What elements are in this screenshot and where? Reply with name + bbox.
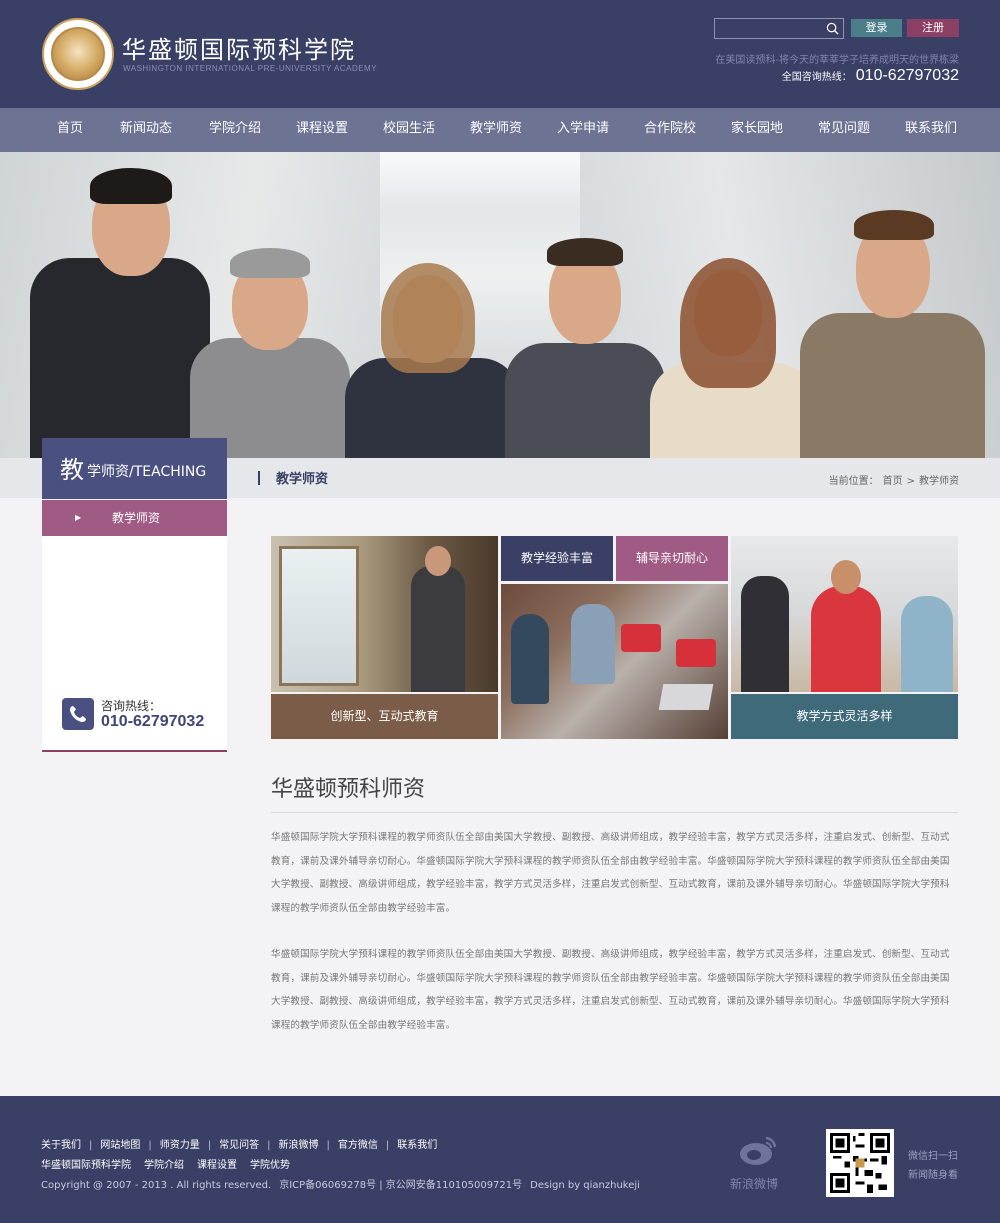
footer-link-separator: | [267,1140,271,1151]
article-title: 华盛顿预科师资 [271,777,426,802]
icp-text: 京ICP备06069278号 | 京公网安备110105009721号 [279,1180,523,1191]
footer-link-separator: | [89,1140,93,1151]
tile-label-flexible: 教学方式灵活多样 [731,694,958,739]
photo-teacher-window [271,536,498,692]
photo-students-studying [731,536,958,692]
sidebar-panel: 咨询热线： 010-62797032 [42,536,227,752]
footer-link[interactable]: 师资力量 [160,1140,200,1151]
footer-link[interactable]: 常见问答 [219,1140,259,1151]
nav-item[interactable]: 常见问题 [800,108,888,152]
footer-link-separator: | [148,1140,152,1151]
breadcrumb: 当前位置： 首页 > 教学师资 [825,472,959,487]
footer-link-separator: | [385,1140,390,1151]
qr-caption-line2: 新闻随身看 [908,1170,958,1181]
nav-item[interactable]: 新闻动态 [100,108,192,152]
site-title[interactable]: 华盛顿国际预科学院 [122,30,356,65]
nav-item[interactable]: 学院介绍 [192,108,278,152]
search-input[interactable] [715,21,823,41]
nav-item[interactable]: 校园生活 [366,108,452,152]
site-footer: 关于我们 | 网站地图 | 师资力量 | 常见问答 | 新浪微博 | 官方微信 | 联系我们 华盛顿国际… [0,1096,1000,1223]
site-header: 华盛顿国际预科学院 WASHINGTON INTERNATIONAL PRE-U… [0,0,1000,108]
login-button[interactable]: 登录 [851,19,902,37]
footer-link[interactable]: 学院优势 [250,1160,290,1171]
sidebar-title: 教 学师资/TEACHING [42,438,227,499]
divider [271,812,958,813]
triangle-right-icon: ▶ [75,513,82,522]
breadcrumb-separator: > [906,476,915,487]
footer-link[interactable]: 华盛顿国际预科学院 [41,1160,131,1171]
footer-link[interactable]: 官方微信 [338,1140,378,1151]
slogan: 在美国读预科-将今天的莘莘学子培养成明天的世界栋梁 [715,55,959,66]
footer-link[interactable]: 新浪微博 [279,1140,319,1151]
header-hotline: 全国咨询热线： 010-62797032 [782,67,959,85]
footer-link[interactable]: 学院介绍 [144,1160,184,1171]
sidebar-item-label: 教学师资 [112,511,161,525]
sidebar-hotline-label: 咨询热线： [101,699,162,713]
hero-banner [0,152,1000,458]
qr-caption-line1: 微信扫一扫 [908,1151,958,1162]
search-icon[interactable] [826,22,839,35]
tile-label-experienced: 教学经验丰富 [501,536,613,581]
hotline-number: 010-62797032 [855,67,959,84]
qr-caption: 微信扫一扫 新闻随身看 [908,1147,958,1185]
footer-link[interactable]: 课程设置 [197,1160,237,1171]
footer-link-separator: | [207,1140,212,1151]
nav-item[interactable]: 课程设置 [278,108,366,152]
banner-person [190,248,350,458]
nav-item[interactable]: 合作院校 [626,108,714,152]
article-paragraph: 华盛顿国际学院大学预科课程的教学师资队伍全部由美国大学教授、副教授、高级讲师组成… [271,832,950,914]
register-button[interactable]: 注册 [907,19,959,37]
site-subtitle: WASHINGTON INTERNATIONAL PRE-UNIVERSITY … [123,64,378,73]
breadcrumb-label: 当前位置： [828,476,879,487]
banner-person [800,210,985,458]
breadcrumb-home[interactable]: 首页 [883,476,903,487]
sidebar-title-text: 学师资/TEACHING [87,464,207,480]
photo-classroom-discussion [501,584,728,739]
footer-links-secondary: 华盛顿国际预科学院 学院介绍 课程设置 学院优势 [41,1156,303,1171]
footer-links: 关于我们 | 网站地图 | 师资力量 | 常见问答 | 新浪微博 | 官方微信 | 联系我们 [41,1136,437,1151]
footer-link[interactable]: 网站地图 [100,1140,140,1151]
main-nav: 首页 新闻动态 学院介绍 课程设置 校园生活 教学师资 入学申请 合作院校 家长园地 常见问题 联系… [0,108,1000,152]
hotline-label: 全国咨询热线： [781,72,852,83]
tile-label-innovative: 创新型、互动式教育 [271,694,498,739]
article-paragraph: 华盛顿国际学院大学预科课程的教学师资队伍全部由美国大学教授、副教授、高级讲师组成… [271,949,950,1031]
banner-person [505,238,665,458]
nav-item[interactable]: 首页 [40,108,100,152]
weibo-icon[interactable] [738,1134,778,1166]
banner-person [650,258,815,458]
nav-item[interactable]: 教学师资 [452,108,540,152]
qr-code [826,1129,894,1197]
footer-copyright: Copyright @ 2007 - 2013 . All rights res… [41,1176,648,1191]
academy-seal-logo[interactable] [42,18,114,90]
tile-label-patient: 辅导亲切耐心 [616,536,728,581]
breadcrumb-current[interactable]: 教学师资 [919,476,959,487]
nav-item[interactable]: 入学申请 [540,108,626,152]
copyright-text: Copyright @ 2007 - 2013 . All rights res… [41,1180,272,1191]
weibo-label[interactable]: 新浪微博 [730,1175,778,1192]
nav-item[interactable]: 家长园地 [714,108,800,152]
footer-link[interactable]: 联系我们 [397,1140,437,1151]
sidebar-hotline-number: 010-62797032 [101,713,205,730]
banner-person [30,168,210,458]
design-credit: Design by qianzhukeji [530,1180,640,1191]
footer-link[interactable]: 关于我们 [41,1140,81,1151]
section-title: 教学师资 [258,468,328,487]
sidebar-item-teaching[interactable]: ▶ 教学师资 [42,500,227,536]
footer-link-separator: | [326,1140,330,1151]
banner-person [345,263,520,458]
phone-icon [62,698,94,730]
sidebar-title-initial: 教 [60,456,84,484]
search-box [714,18,844,41]
nav-item[interactable]: 联系我们 [888,108,974,152]
